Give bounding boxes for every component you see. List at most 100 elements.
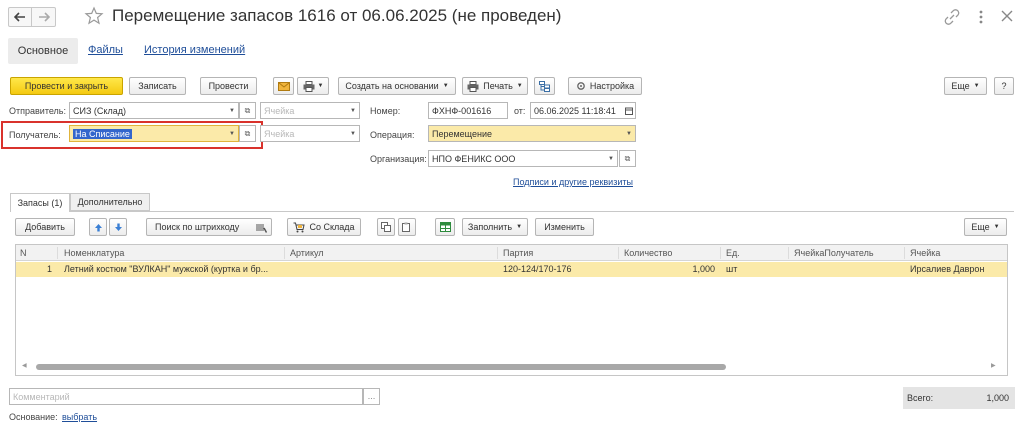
basis-select-link[interactable]: выбрать [62, 412, 97, 422]
column-header-quantity[interactable]: Количество [620, 245, 672, 261]
date-label: от: [514, 106, 526, 116]
column-header-unit[interactable]: Ед. [722, 245, 740, 261]
more-button[interactable]: Еще ▼ [944, 77, 987, 95]
barcode-search-label: Поиск по штрихкоду [155, 222, 240, 232]
number-field[interactable]: ФХНФ-001616 [428, 102, 508, 119]
print-button[interactable]: Печать ▼ [462, 77, 528, 95]
inner-tab-stocks-label: Запасы (1) [17, 198, 63, 208]
forward-button[interactable] [32, 7, 56, 27]
table-row[interactable]: 1 Летний костюм "ВУЛКАН" мужской (куртка… [16, 262, 1007, 277]
spreadsheet-button[interactable] [435, 218, 455, 236]
operation-field[interactable]: Перемещение ▼ [428, 125, 636, 142]
scroll-left-arrow[interactable]: ◀ [22, 362, 27, 369]
receiver-cell-placeholder: Ячейка [264, 128, 295, 139]
favorite-star-icon[interactable] [84, 6, 104, 26]
org-value: НПО ФЕНИКС ООО [432, 153, 516, 164]
link-icon[interactable] [944, 9, 960, 25]
printer-icon [467, 80, 479, 92]
column-header-cell[interactable]: Ячейка [906, 245, 940, 261]
column-header-article[interactable]: Артикул [286, 245, 324, 261]
tab-files[interactable]: Файлы [88, 44, 123, 56]
table-more-button[interactable]: Еще ▼ [964, 218, 1007, 236]
more-vertical-icon[interactable] [976, 9, 986, 25]
chevron-down-icon: ▼ [442, 83, 449, 89]
settings-button[interactable]: Настройка [568, 77, 642, 95]
comment-field[interactable]: Комментарий [9, 388, 363, 405]
post-button[interactable]: Провести [200, 77, 257, 95]
receiver-value: На Списание [73, 128, 132, 139]
tab-main-label: Основное [17, 45, 69, 57]
open-sender-button[interactable]: ⧉ [239, 102, 256, 119]
save-button[interactable]: Записать [129, 77, 186, 95]
number-label: Номер: [370, 106, 401, 116]
close-icon[interactable] [1001, 10, 1013, 22]
org-field[interactable]: НПО ФЕНИКС ООО ▼ [428, 150, 618, 167]
back-button[interactable] [8, 7, 32, 27]
tab-main[interactable]: Основное [8, 38, 78, 64]
comment-placeholder: Комментарий [13, 391, 70, 402]
receiver-field[interactable]: На Списание ▼ [69, 125, 239, 142]
sender-field[interactable]: СИЗ (Склад) ▼ [69, 102, 239, 119]
from-warehouse-label: Со Склада [309, 222, 355, 232]
cell-item: Летний костюм "ВУЛКАН" мужской (куртка и… [64, 264, 269, 274]
help-button[interactable]: ? [994, 77, 1014, 95]
barcode-search-button[interactable]: Поиск по штрихкоду [146, 218, 272, 236]
post-label: Провести [208, 81, 249, 91]
total-panel: Всего: 1,000 [903, 387, 1015, 409]
calendar-icon[interactable] [623, 103, 635, 118]
sender-cell-field[interactable]: Ячейка ▼ [260, 102, 360, 119]
date-field[interactable]: 06.06.2025 11:18:41 [530, 102, 636, 119]
comment-expand-button[interactable]: … [363, 388, 380, 405]
column-header-receiver-cell[interactable]: ЯчейкаПолучатель [790, 245, 874, 261]
column-header-n[interactable]: N [16, 245, 46, 261]
column-header-item[interactable]: Номенклатура [60, 245, 124, 261]
move-down-button[interactable] [109, 218, 127, 236]
inner-tab-stocks[interactable]: Запасы (1) [10, 193, 70, 212]
org-label: Организация: [370, 154, 427, 164]
hierarchy-icon [539, 80, 550, 92]
chevron-down-icon[interactable]: ▼ [226, 103, 238, 118]
more-label: Еще [951, 81, 970, 91]
copy-rows-button[interactable] [377, 218, 395, 236]
chevron-down-icon: ▼ [973, 83, 980, 89]
cell-receiver-cell [790, 262, 902, 277]
from-warehouse-button[interactable]: Со Склада [287, 218, 361, 236]
basis-label: Основание: [9, 412, 58, 422]
copy-icon [381, 222, 391, 232]
change-button[interactable]: Изменить [535, 218, 594, 236]
chevron-down-icon[interactable]: ▼ [226, 126, 238, 141]
column-header-batch[interactable]: Партия [499, 245, 533, 261]
chevron-down-icon: ▼ [516, 224, 523, 230]
scroll-right-arrow[interactable]: ▶ [991, 362, 996, 369]
cell-batch: 120-124/170-176 [503, 264, 572, 274]
horizontal-scrollbar[interactable] [36, 364, 726, 370]
open-org-button[interactable]: ⧉ [619, 150, 636, 167]
print-label: Печать [483, 81, 513, 91]
paste-icon [402, 222, 410, 232]
structure-button[interactable] [534, 77, 555, 95]
inner-tab-additional[interactable]: Дополнительно [70, 193, 150, 211]
create-based-button[interactable]: Создать на основании ▼ [338, 77, 456, 95]
help-label: ? [1001, 81, 1007, 91]
tab-history[interactable]: История изменений [144, 44, 245, 56]
open-receiver-button[interactable]: ⧉ [239, 125, 256, 142]
print-quick-button[interactable]: ▼ [297, 77, 329, 95]
signatures-link[interactable]: Подписи и другие реквизиты [513, 177, 633, 187]
email-button[interactable] [273, 77, 294, 95]
receiver-cell-field[interactable]: Ячейка ▼ [260, 125, 360, 142]
chevron-down-icon[interactable]: ▼ [347, 126, 359, 141]
move-up-button[interactable] [89, 218, 107, 236]
arrow-down-icon [114, 223, 122, 231]
save-label: Записать [138, 81, 177, 91]
cart-icon [293, 222, 306, 232]
add-row-button[interactable]: Добавить [15, 218, 75, 236]
chevron-down-icon[interactable]: ▼ [623, 126, 635, 141]
fill-button[interactable]: Заполнить ▼ [462, 218, 528, 236]
post-and-close-button[interactable]: Провести и закрыть [10, 77, 123, 95]
chevron-down-icon[interactable]: ▼ [605, 151, 617, 166]
inner-tab-additional-label: Дополнительно [77, 197, 143, 207]
cell-article [286, 262, 494, 277]
paste-rows-button[interactable] [398, 218, 416, 236]
cell-n: 1 [46, 264, 52, 274]
chevron-down-icon[interactable]: ▼ [347, 103, 359, 118]
